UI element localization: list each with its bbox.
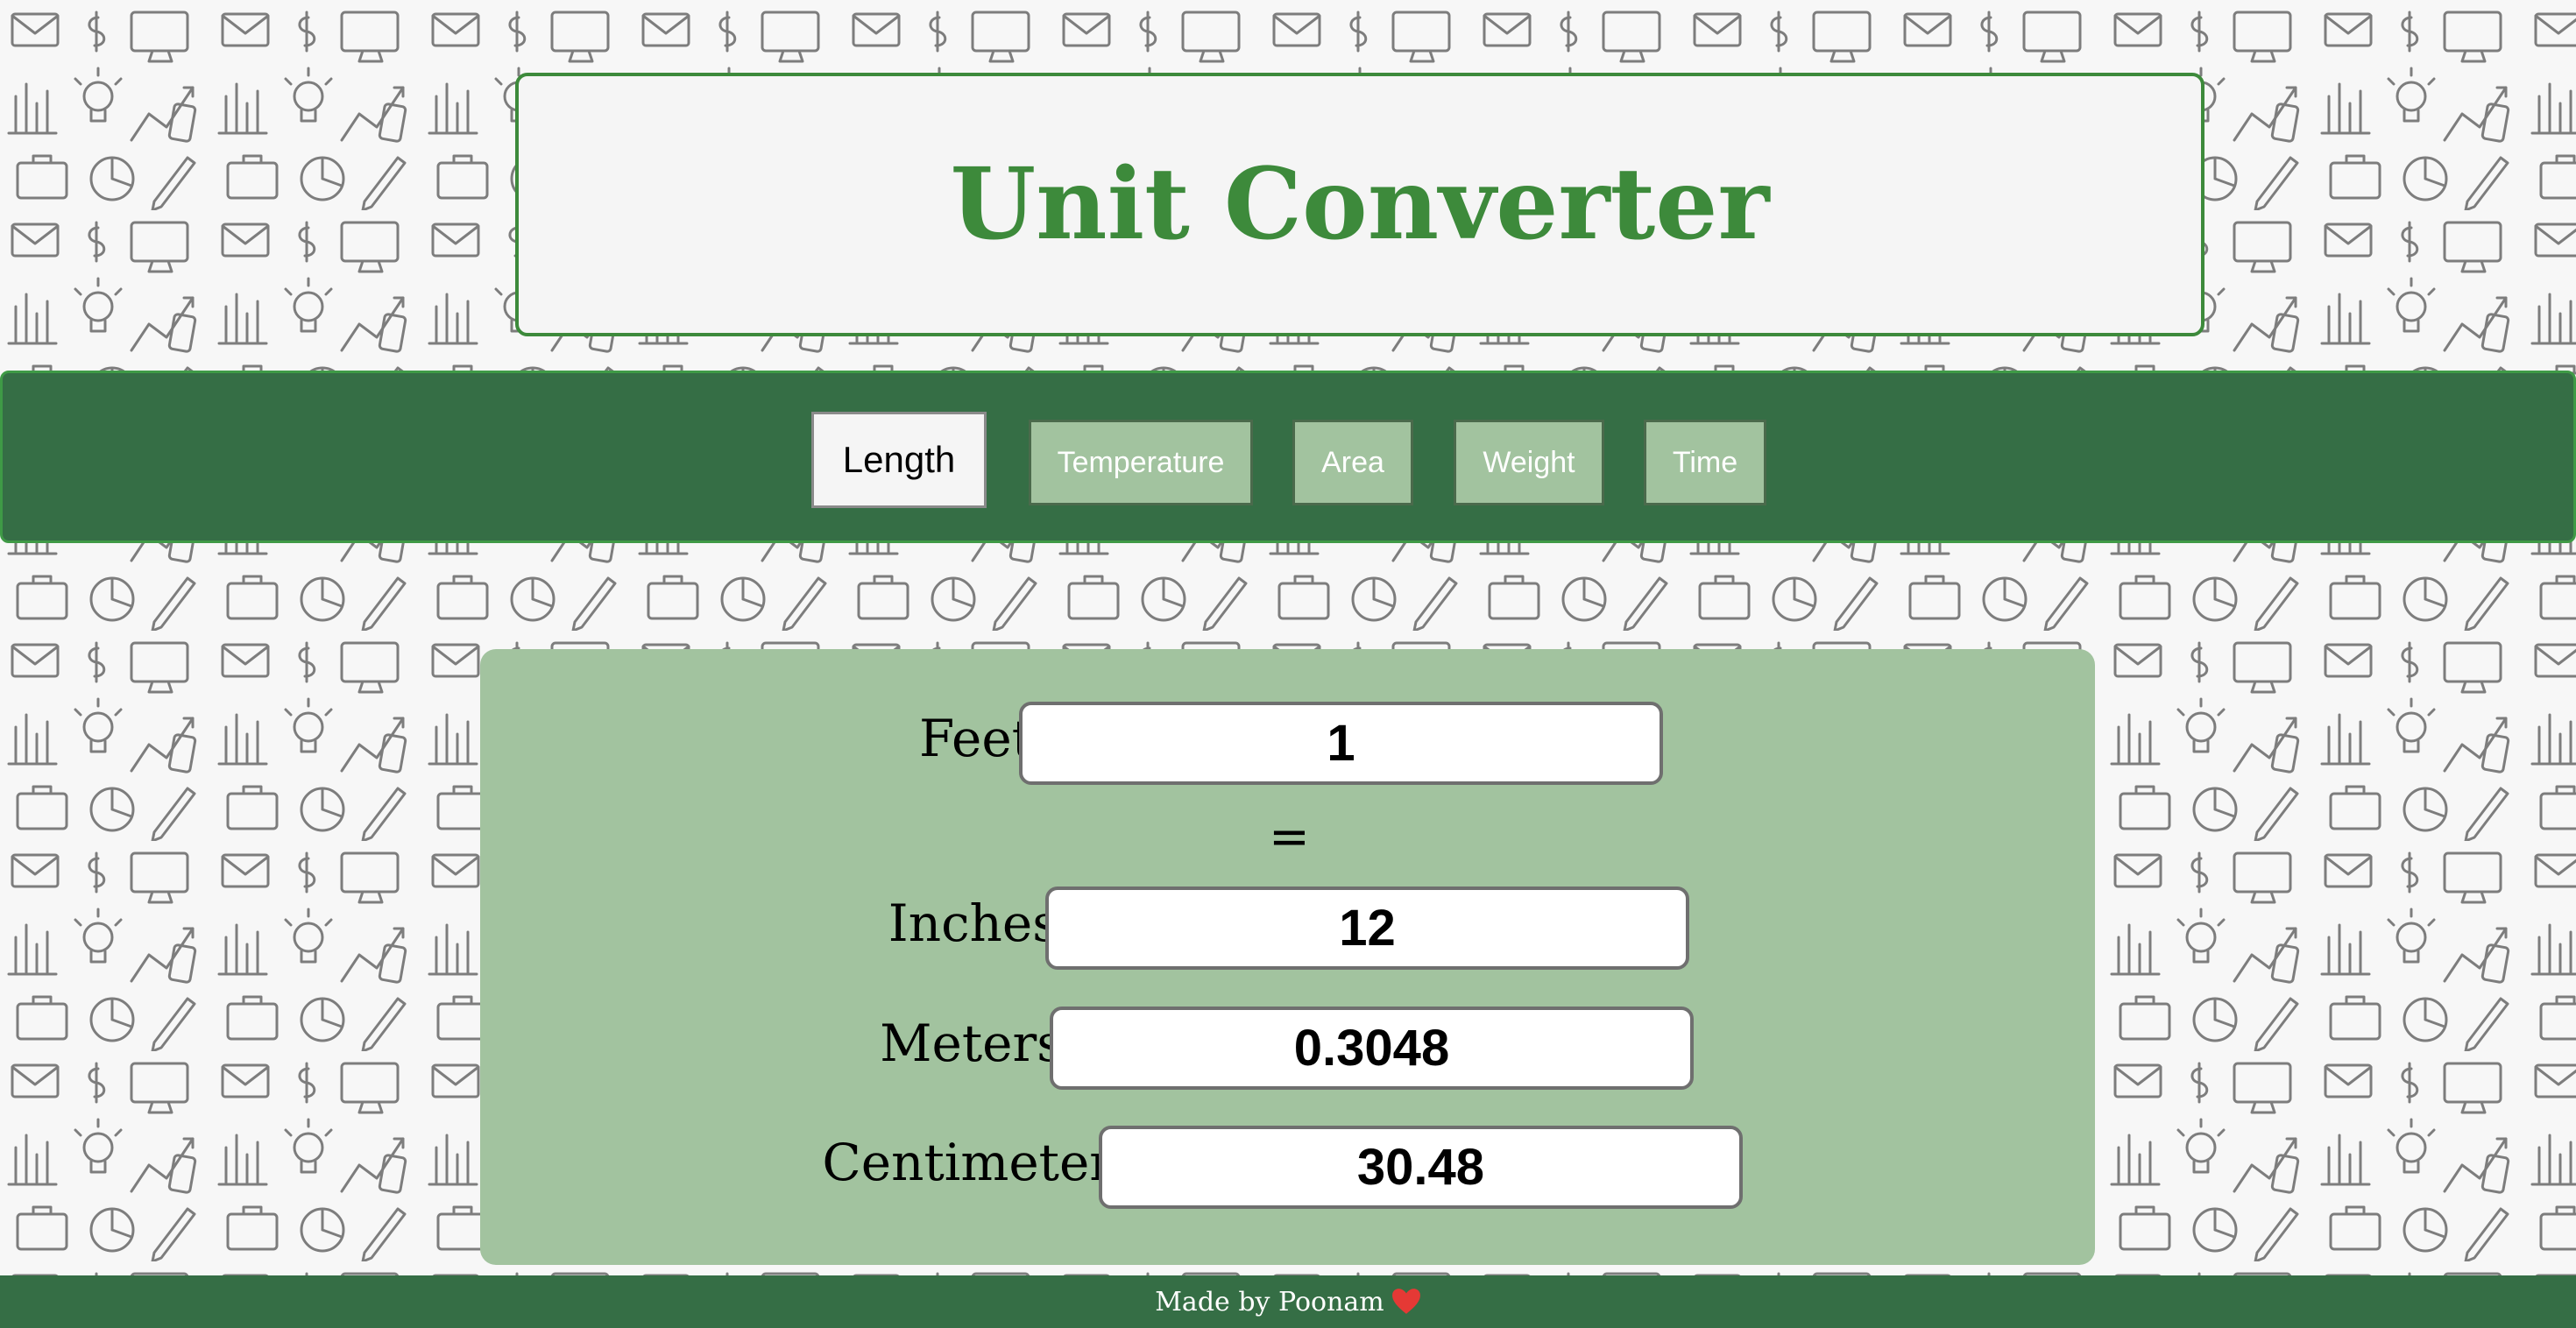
meters-output[interactable] bbox=[1050, 1007, 1694, 1090]
tab-time[interactable]: Time bbox=[1644, 420, 1766, 505]
inches-label: Inches bbox=[888, 894, 1058, 953]
header-card: Unit Converter bbox=[515, 73, 2204, 336]
centimeter-output[interactable] bbox=[1099, 1126, 1743, 1209]
meters-label: Meters bbox=[880, 1014, 1063, 1073]
inches-output[interactable] bbox=[1045, 887, 1689, 970]
footer-credit: Made by Poonam bbox=[1155, 1286, 1384, 1317]
tab-weight[interactable]: Weight bbox=[1454, 420, 1604, 505]
tab-area[interactable]: Area bbox=[1292, 420, 1413, 505]
from-unit-label: Feet bbox=[918, 709, 1032, 768]
footer: Made by Poonam bbox=[0, 1275, 2576, 1328]
centimeter-label: Centimeter bbox=[822, 1133, 1114, 1192]
tab-temperature[interactable]: Temperature bbox=[1029, 420, 1253, 505]
converter-panel: Feet = Inches Meters Centimeter bbox=[480, 649, 2095, 1265]
from-value-input[interactable] bbox=[1019, 702, 1663, 785]
heart-icon bbox=[1391, 1289, 1420, 1314]
equals-sign: = bbox=[1269, 809, 1310, 865]
category-nav: Length Temperature Area Weight Time bbox=[0, 371, 2576, 543]
tab-length[interactable]: Length bbox=[811, 412, 987, 508]
page-title: Unit Converter bbox=[950, 147, 1770, 262]
